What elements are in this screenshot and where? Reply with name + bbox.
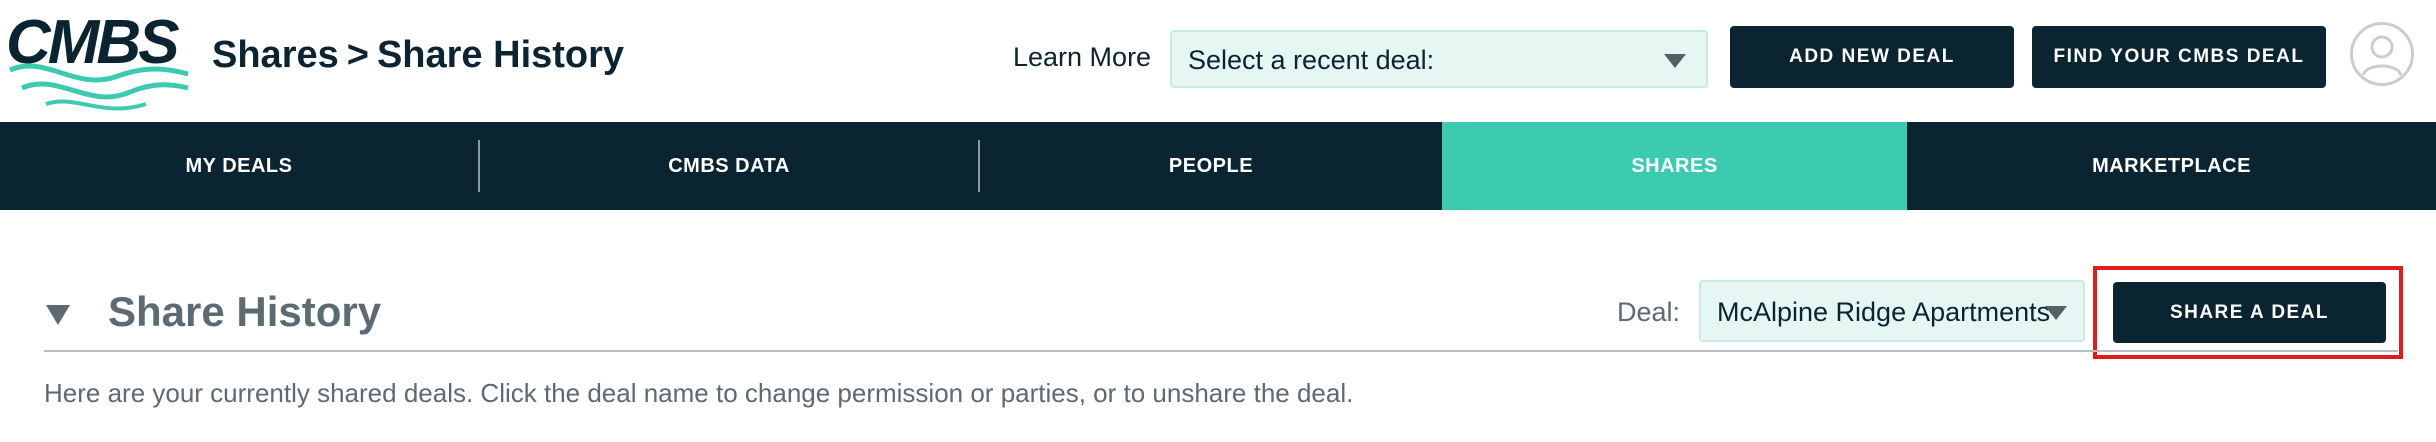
nav-item-cmbs-data[interactable]: CMBS DATA: [480, 122, 978, 210]
add-new-deal-button[interactable]: ADD NEW DEAL: [1730, 26, 2014, 88]
find-your-cmbs-deal-button[interactable]: FIND YOUR CMBS DEAL: [2032, 26, 2326, 88]
breadcrumb-parent[interactable]: Shares: [212, 34, 339, 76]
deal-filter-select[interactable]: McAlpine Ridge Apartments: [1699, 280, 2085, 342]
share-a-deal-button[interactable]: SHARE A DEAL: [2113, 282, 2386, 343]
breadcrumb-current: Share History: [376, 34, 625, 76]
user-avatar-icon[interactable]: [2350, 22, 2414, 86]
recent-deal-select[interactable]: Select a recent deal:: [1170, 30, 1708, 88]
nav-item-shares[interactable]: SHARES: [1442, 122, 1907, 210]
cmbs-logo[interactable]: CMBS: [6, 12, 196, 112]
nav-item-people[interactable]: PEOPLE: [980, 122, 1442, 210]
breadcrumb: Shares > Share History: [212, 34, 624, 77]
app-header: CMBS Shares > Share History Learn More Sel…: [0, 0, 2436, 122]
caret-down-icon: [2045, 306, 2067, 320]
nav-item-my-deals[interactable]: MY DEALS: [0, 122, 478, 210]
learn-more-link[interactable]: Learn More: [1013, 42, 1151, 73]
deal-filter-label: Deal:: [1617, 297, 1681, 327]
triangle-down-icon[interactable]: [46, 305, 70, 325]
main-nav: MY DEALS CMBS DATA PEOPLE SHARES MARKETP…: [0, 122, 2436, 210]
breadcrumb-separator: >: [346, 34, 369, 76]
section-divider: [44, 350, 2398, 352]
deal-filter-value: McAlpine Ridge Apartments: [1717, 297, 2051, 327]
person-icon: [2361, 35, 2403, 76]
logo-wave-icon: [8, 63, 189, 111]
section-title: Share History: [108, 288, 382, 335]
recent-deal-select-value: Select a recent deal:: [1188, 45, 1435, 75]
section-description: Here are your currently shared deals. Cl…: [44, 378, 1354, 408]
caret-down-icon: [1664, 54, 1686, 68]
nav-item-marketplace[interactable]: MARKETPLACE: [1907, 122, 2436, 210]
